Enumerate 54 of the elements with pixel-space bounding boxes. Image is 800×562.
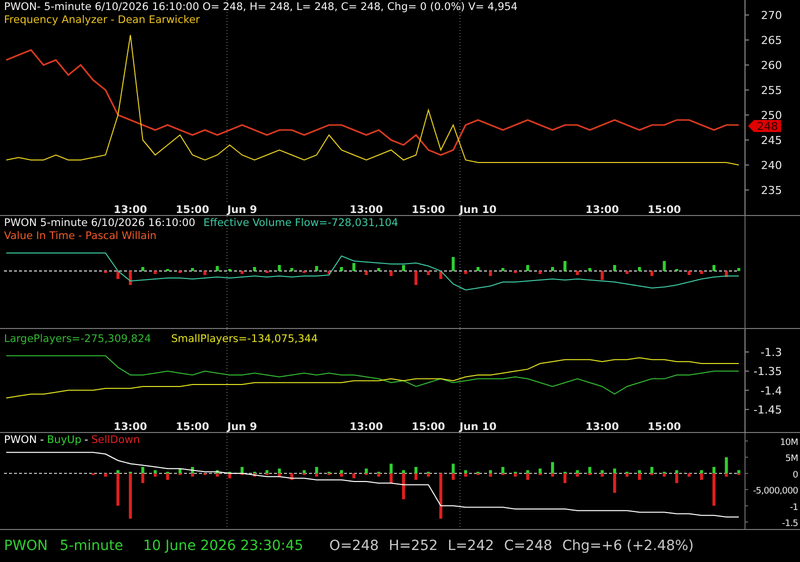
time-label: Jun 10: [459, 421, 497, 433]
time-label: 13:00: [586, 204, 619, 215]
axis-label: -1.5: [782, 519, 798, 529]
indicator-label: Frequency Analyzer - Dean Earwicker: [4, 14, 200, 27]
time-label: 13:00: [350, 421, 383, 433]
axis-label: -1.4: [760, 384, 782, 398]
symbol-label: PWON: [4, 538, 48, 554]
axis-label: 240: [761, 159, 782, 172]
axis-label: 10M: [780, 438, 798, 448]
axis-label: 245: [761, 134, 782, 147]
axis-label: 0: [792, 470, 798, 480]
quote-value: C=248: [504, 538, 552, 554]
time-label: 15:00: [412, 421, 446, 433]
time-label: 15:00: [648, 204, 681, 215]
axis-label: 265: [761, 34, 782, 47]
time-label: 13:00: [114, 421, 148, 433]
axis-label: -5,000,000: [752, 486, 798, 497]
chart-title: PWON -: [4, 434, 44, 447]
time-label: 15:00: [412, 204, 446, 215]
quote-value: Chg=+6 (+2.48%): [562, 538, 694, 554]
price-tag: 248: [748, 120, 781, 133]
indicator-label: Value In Time - Pascal Willain: [4, 230, 157, 243]
chart-title: -: [84, 434, 88, 447]
axis-label: -1.35: [754, 365, 782, 378]
chart-title: PWON 5-minute 6/10/2026 16:10:00: [4, 217, 196, 230]
quote-value: H=252: [388, 538, 438, 554]
date-time-label: 10 June 2026 23:30:45: [143, 538, 304, 554]
time-label: 15:00: [176, 204, 210, 215]
indicator-reading: LargePlayers=-275,309,824: [4, 333, 152, 346]
time-label: Jun 9: [227, 204, 258, 215]
axis-label: -1.45: [754, 403, 782, 416]
axis-label: 255: [761, 84, 782, 97]
interval-label: 5-minute: [60, 538, 124, 554]
axis-label: 5M: [785, 454, 798, 464]
axis-label: 260: [761, 59, 782, 72]
chart-title: SellDown: [91, 434, 140, 447]
axis-label: 250: [761, 109, 782, 122]
time-label: 13:00: [350, 204, 383, 215]
indicator-reading: Effective Volume Flow=-728,031,104: [203, 217, 398, 230]
axis-label: -1.3: [760, 346, 782, 359]
time-label: Jun 9: [227, 421, 258, 433]
chart-title: PWON- 5-minute 6/10/2026 16:10:00 O= 248, H= 248, L= 248, C= 248, Chg= 0 (0.0%) V= 4,954: [4, 1, 518, 14]
time-label: 13:00: [114, 204, 148, 215]
axis-label: 235: [761, 184, 782, 197]
time-label: 15:00: [176, 421, 210, 433]
time-label: 15:00: [648, 421, 681, 433]
chart-title: BuyUp: [46, 434, 82, 447]
axis-label: 270: [761, 9, 782, 22]
indicator-reading: SmallPlayers=-134,075,344: [171, 333, 318, 346]
quote-value: O=248: [329, 538, 379, 554]
quote-value: L=242: [448, 538, 494, 554]
time-label: 13:00: [586, 421, 619, 433]
axis-label: -1: [790, 502, 798, 513]
time-label: Jun 10: [459, 204, 497, 215]
